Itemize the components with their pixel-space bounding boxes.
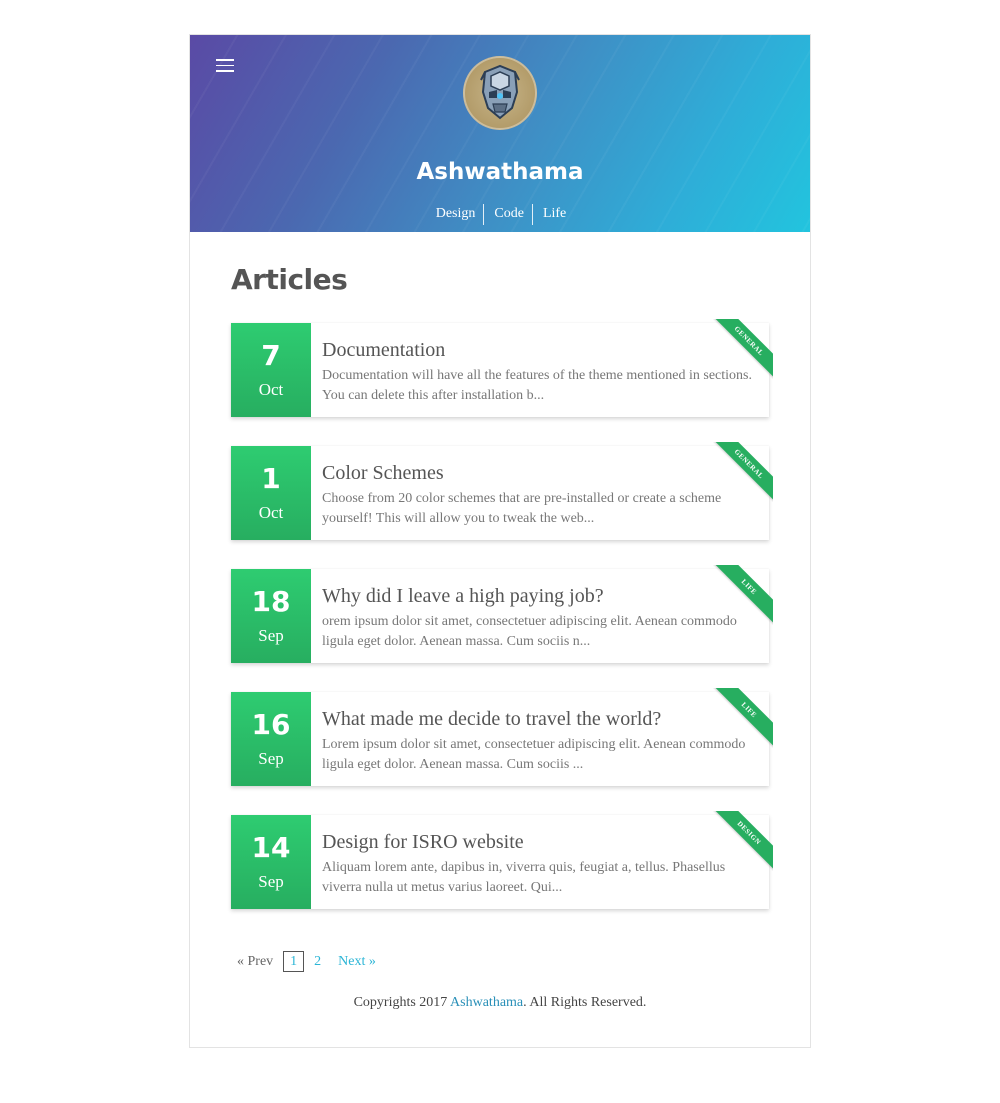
article-day: 18: [251, 585, 291, 618]
robot-avatar-icon[interactable]: [463, 56, 537, 130]
nav-design[interactable]: Design: [426, 204, 484, 225]
tag-ribbon: LIFE: [713, 565, 773, 625]
pagination: « Prev 1 2 Next »: [237, 951, 376, 972]
tag-ribbon: DESIGN: [713, 811, 773, 871]
tag-ribbon: LIFE: [713, 688, 773, 748]
article-card[interactable]: 14 Sep Design for ISRO website Aliquam l…: [231, 811, 773, 909]
article-date: 7 Oct: [231, 323, 311, 417]
article-card[interactable]: 18 Sep Why did I leave a high paying job…: [231, 565, 773, 663]
article-day: 7: [261, 339, 281, 372]
article-title[interactable]: Documentation: [322, 338, 445, 362]
article-excerpt: Aliquam lorem ante, dapibus in, viverra …: [322, 860, 726, 895]
article-day: 16: [251, 708, 291, 741]
tag-label[interactable]: LIFE: [713, 565, 773, 625]
site-header: Ashwathama Design Code Life: [190, 35, 810, 232]
site-title[interactable]: Ashwathama: [190, 159, 810, 185]
article-card[interactable]: 16 Sep What made me decide to travel the…: [231, 688, 773, 786]
article-excerpt: Documentation will have all the features…: [322, 368, 752, 403]
footer: Copyrights 2017 Ashwathama. All Rights R…: [190, 995, 810, 1011]
article-date: 1 Oct: [231, 446, 311, 540]
pagination-next[interactable]: Next »: [338, 952, 376, 972]
article-day: 14: [251, 831, 291, 864]
header-nav: Design Code Life: [190, 204, 810, 225]
tag-label[interactable]: GENERAL: [713, 319, 773, 379]
article-month: Sep: [258, 626, 284, 645]
tag-label[interactable]: LIFE: [713, 688, 773, 748]
pagination-page-2[interactable]: 2: [314, 952, 321, 972]
article-date: 14 Sep: [231, 815, 311, 909]
article-month: Oct: [258, 380, 284, 399]
article-excerpt: orem ipsum dolor sit amet, consectetuer …: [322, 614, 737, 649]
article-title[interactable]: Why did I leave a high paying job?: [322, 584, 604, 608]
nav-code[interactable]: Code: [483, 204, 532, 225]
article-card[interactable]: 7 Oct Documentation Documentation will h…: [231, 319, 773, 417]
article-title[interactable]: What made me decide to travel the world?: [322, 707, 661, 731]
article-month: Oct: [258, 503, 284, 522]
article-month: Sep: [258, 749, 284, 768]
article-title[interactable]: Color Schemes: [322, 461, 444, 485]
pagination-prev: « Prev: [237, 953, 274, 969]
article-date: 16 Sep: [231, 692, 311, 786]
tag-label[interactable]: GENERAL: [713, 442, 773, 502]
pagination-page-1[interactable]: 1: [283, 951, 305, 972]
article-date: 18 Sep: [231, 569, 311, 663]
footer-prefix: Copyrights 2017: [353, 995, 451, 1010]
article-title[interactable]: Design for ISRO website: [322, 830, 524, 854]
article-month: Sep: [258, 872, 284, 891]
footer-suffix: . All Rights Reserved.: [523, 995, 647, 1010]
article-card[interactable]: 1 Oct Color Schemes Choose from 20 color…: [231, 442, 773, 540]
tag-ribbon: GENERAL: [713, 319, 773, 379]
hamburger-menu-icon[interactable]: [216, 59, 234, 73]
footer-author-link[interactable]: Ashwathama: [450, 995, 523, 1010]
article-day: 1: [261, 462, 281, 495]
nav-life[interactable]: Life: [531, 204, 574, 225]
article-excerpt: Lorem ipsum dolor sit amet, consectetuer…: [322, 737, 746, 772]
page-title: Articles: [231, 263, 348, 296]
tag-label[interactable]: DESIGN: [713, 811, 773, 871]
page-container: Ashwathama Design Code Life Articles 7 Oct…: [189, 34, 811, 1048]
article-excerpt: Choose from 20 color schemes that are pr…: [322, 491, 722, 526]
tag-ribbon: GENERAL: [713, 442, 773, 502]
